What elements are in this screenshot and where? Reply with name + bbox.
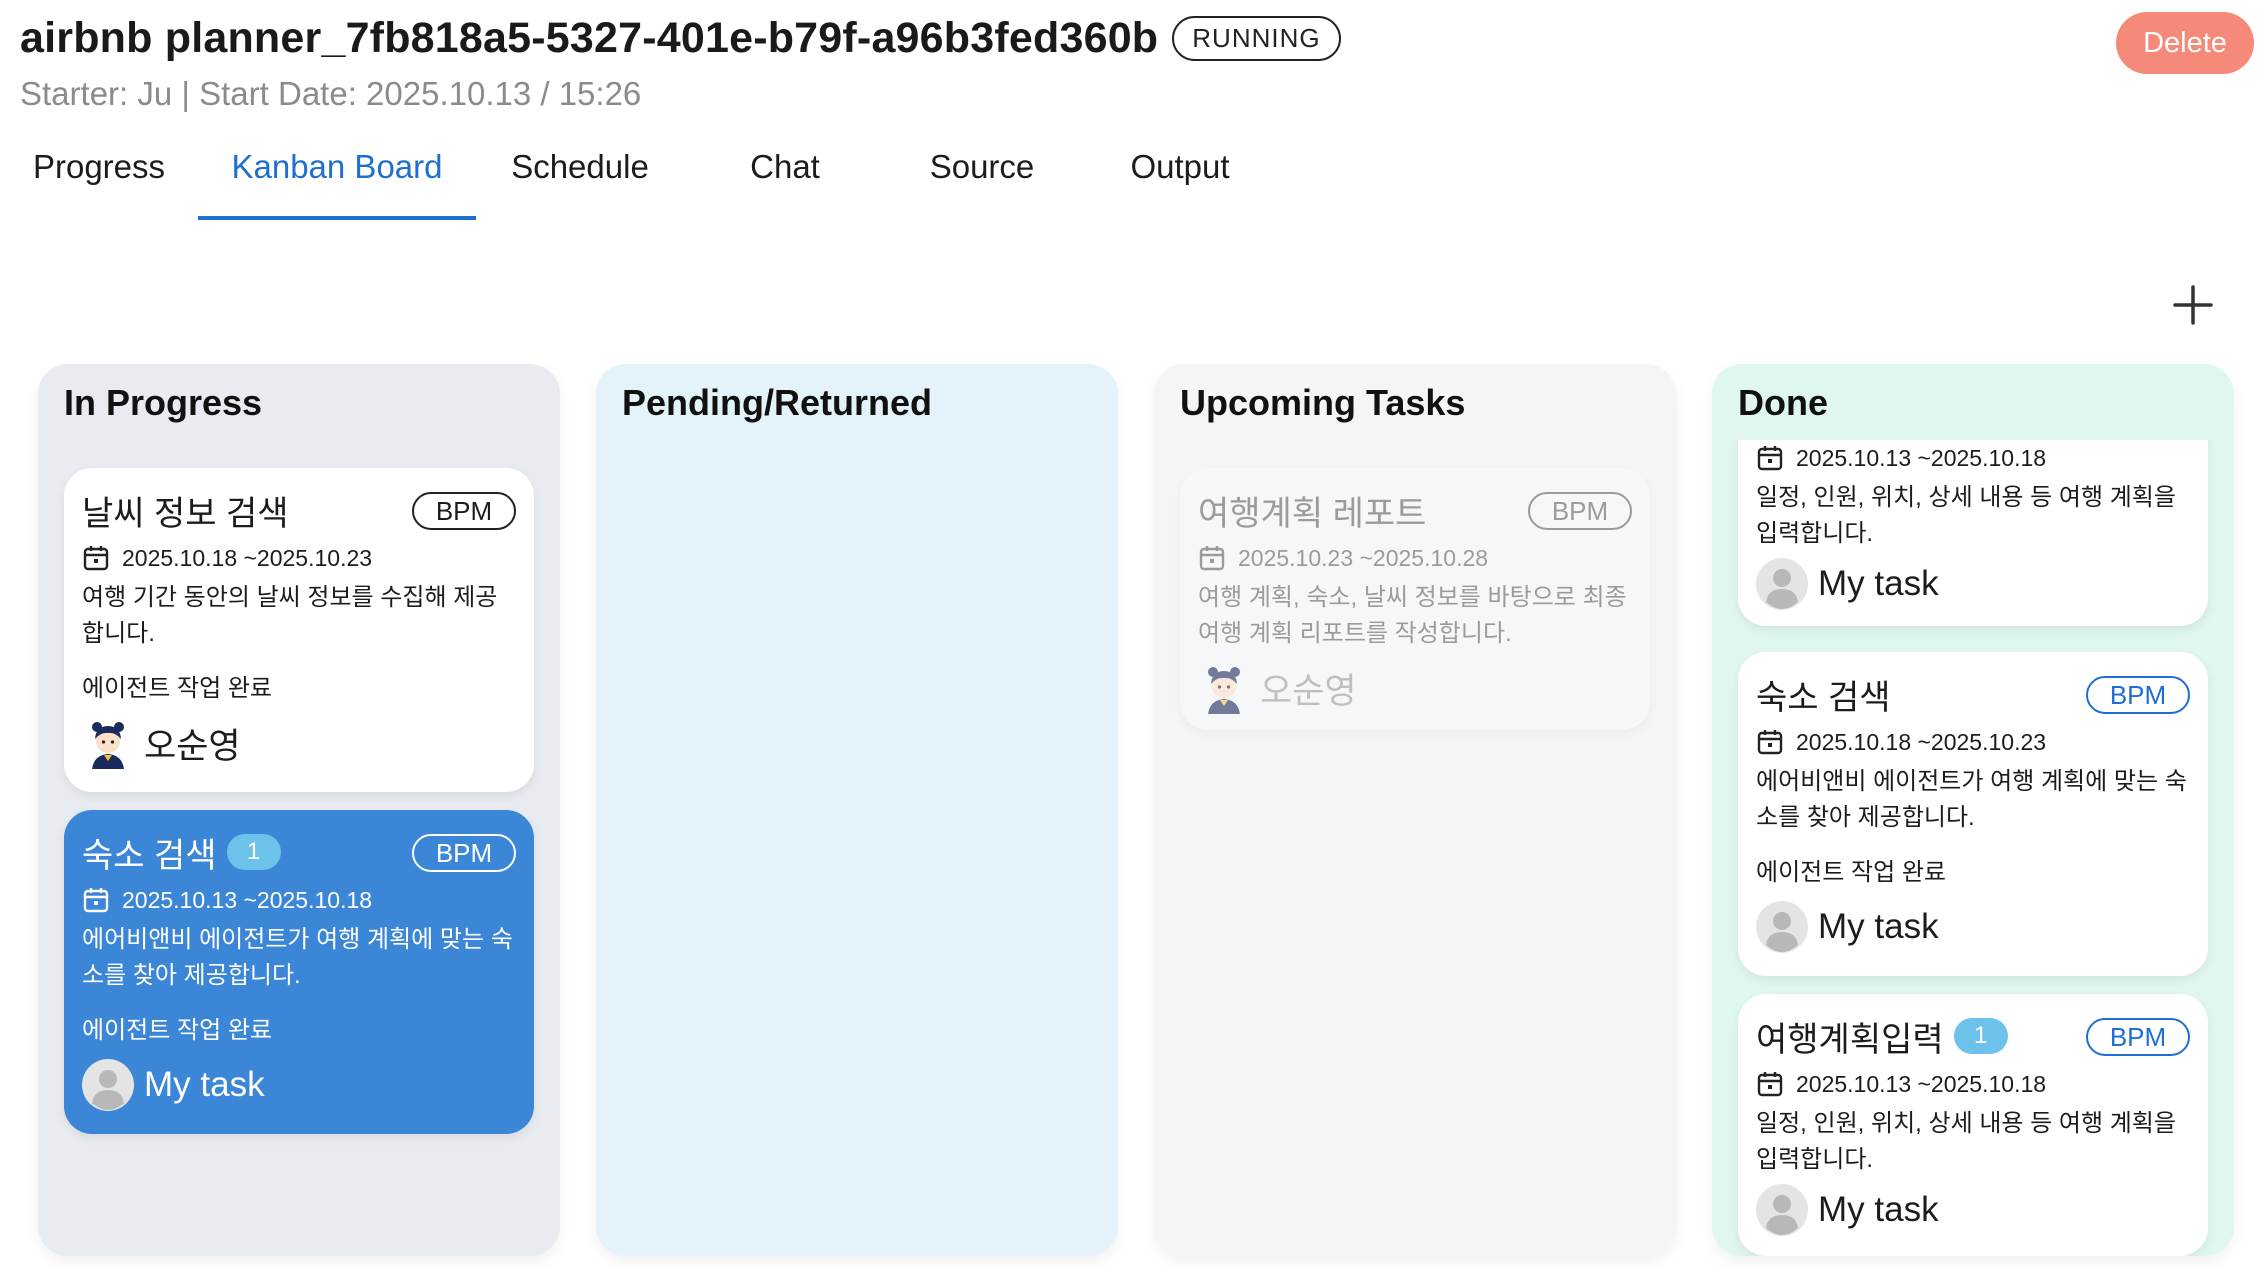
card-dates: 2025.10.13 ~2025.10.18 [1756,440,2190,478]
card-date-range: 2025.10.18 ~2025.10.23 [1796,728,2047,755]
card-description: 에어비앤비 에이전트가 여행 계획에 맞는 숙소를 찾아 제공합니다. [1756,768,2187,831]
column-title: Upcoming Tasks [1180,382,1466,423]
card-dates: 2025.10.18 ~2025.10.23 [1756,722,2190,762]
card-assignee: 오순영 [82,713,516,773]
card-assignee: My task [82,1055,516,1115]
card-dates: 2025.10.18 ~2025.10.23 [82,538,516,578]
done-card-list[interactable]: 2025.10.13 ~2025.10.18 일정, 인원, 위치, 상세 내용… [1712,440,2234,1256]
status-badge: RUNNING [1172,16,1341,61]
tab-kanban-board[interactable]: Kanban Board [198,140,476,220]
card-dates: 2025.10.13 ~2025.10.18 [82,880,516,920]
tab-bar: Progress Kanban Board Schedule Chat Sour… [0,140,1300,220]
card-title: 날씨 정보 검색 [82,494,289,533]
column-title: Done [1738,382,1828,423]
calendar-icon [1757,730,1783,755]
card-description: 일정, 인원, 위치, 상세 내용 등 여행 계획을 입력합니다. [1756,484,2176,547]
tab-output[interactable]: Output [1110,140,1250,220]
plus-icon [2173,285,2213,325]
card-status: 에이전트 작업 완료 [82,1017,272,1044]
column-done: Done 2025.10.13 ~2025.10.18 일정, 인원, 위치, … [1712,364,2234,1256]
page-header: airbnb planner_7fb818a5-5327-401e-b79f-a… [20,14,2250,124]
card-title: 여행계획입력 [1756,1020,1944,1059]
user-avatar-icon [1756,901,1808,953]
tab-chat[interactable]: Chat [720,140,850,220]
card-date-range: 2025.10.18 ~2025.10.23 [122,544,373,571]
count-badge: 1 [1953,1018,2008,1054]
column-pending-returned: Pending/Returned [596,364,1118,1256]
task-card-weather[interactable]: 날씨 정보 검색 BPM 2025.10.18 ~2025.10.23 여행 기… [64,468,534,792]
calendar-icon [83,546,109,571]
card-title: 숙소 검색 [1756,678,1891,717]
card-title: 숙소 검색 [82,836,217,875]
task-card-lodging-done[interactable]: 숙소 검색 BPM 2025.10.18 ~2025.10.23 에어비앤비 에… [1738,652,2208,976]
tab-progress[interactable]: Progress [24,140,174,220]
character-avatar-icon [1208,667,1240,714]
card-status: 에이전트 작업 완료 [82,675,272,702]
task-card-plan-input-done[interactable]: 2025.10.13 ~2025.10.18 일정, 인원, 위치, 상세 내용… [1738,440,2208,626]
task-card-lodging[interactable]: 숙소 검색 1 BPM 2025.10.13 ~2025.10.18 에어비앤비… [64,810,534,1134]
card-assignee: 오순영 [1198,658,1632,718]
column-title: Pending/Returned [622,382,933,423]
card-date-range: 2025.10.23 ~2025.10.28 [1238,544,1489,571]
assignee-name: My task [1818,1190,1939,1229]
card-title: 여행계획 레포트 [1198,494,1427,533]
tab-schedule[interactable]: Schedule [500,140,660,220]
task-card-report[interactable]: 여행계획 레포트 BPM 2025.10.23 ~2025.10.28 여행 계… [1180,468,1650,730]
bpm-badge: BPM [412,834,516,872]
card-dates: 2025.10.13 ~2025.10.18 [1756,1064,2190,1104]
assignee-name: 오순영 [144,726,241,766]
calendar-icon [1757,1072,1783,1097]
user-avatar-icon [1756,558,1808,610]
card-assignee: My task [1756,897,2190,957]
card-description: 여행 계획, 숙소, 날씨 정보를 바탕으로 최종 여행 계획 리포트를 작성합… [1198,584,1627,647]
card-dates: 2025.10.23 ~2025.10.28 [1198,538,1632,578]
add-button[interactable] [2166,278,2220,332]
count-badge: 1 [226,834,281,870]
calendar-icon [83,888,109,913]
card-description: 에어비앤비 에이전트가 여행 계획에 맞는 숙소를 찾아 제공합니다. [82,926,513,989]
card-date-range: 2025.10.13 ~2025.10.18 [122,886,373,913]
card-date-range: 2025.10.13 ~2025.10.18 [1796,1070,2047,1097]
page-title: airbnb planner_7fb818a5-5327-401e-b79f-a… [20,14,1159,62]
tab-source[interactable]: Source [912,140,1052,220]
task-card-plan-input[interactable]: 여행계획입력 1 BPM 2025.10.13 ~2025.10.18 일정, … [1738,994,2208,1256]
calendar-icon [1757,446,1783,471]
bpm-badge: BPM [1528,492,1632,530]
card-description: 일정, 인원, 위치, 상세 내용 등 여행 계획을 입력합니다. [1756,1110,2176,1173]
bpm-badge: BPM [412,492,516,530]
project-meta: Starter: Ju | Start Date: 2025.10.13 / 1… [20,75,642,112]
bpm-badge: BPM [2086,676,2190,714]
card-status: 에이전트 작업 완료 [1756,859,1946,886]
column-in-progress: In Progress 날씨 정보 검색 BPM 2025.10.18 ~202… [38,364,560,1256]
calendar-icon [1199,546,1225,571]
user-avatar-icon [1756,1184,1808,1236]
column-title: In Progress [64,382,263,423]
character-avatar-icon [92,722,124,769]
delete-button[interactable]: Delete [2116,12,2254,74]
card-description: 여행 기간 동안의 날씨 정보를 수집해 제공합니다. [82,584,498,647]
card-assignee: My task [1756,1180,2190,1240]
assignee-name: My task [1818,907,1939,946]
card-assignee: My task [1756,554,2190,614]
user-avatar-icon [82,1059,134,1111]
assignee-name: My task [144,1065,265,1104]
assignee-name: My task [1818,564,1939,603]
bpm-badge: BPM [2086,1018,2190,1056]
card-date-range: 2025.10.13 ~2025.10.18 [1796,444,2047,471]
assignee-name: 오순영 [1260,671,1357,711]
column-upcoming-tasks: Upcoming Tasks 여행계획 레포트 BPM 2025.10.23 ~… [1154,364,1676,1256]
